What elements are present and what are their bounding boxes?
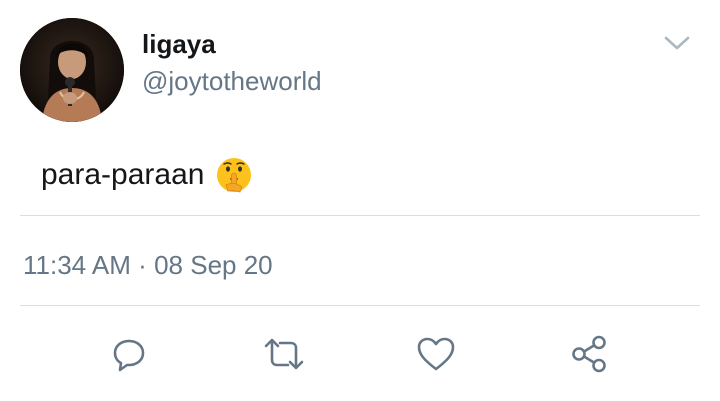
tweet-timestamp[interactable]: 11:34 AM · 08 Sep 20 — [23, 250, 273, 280]
user-handle[interactable]: @joytotheworld — [142, 66, 322, 96]
tweet-time: 11:34 AM — [23, 250, 131, 280]
reply-button[interactable] — [107, 332, 151, 376]
avatar[interactable] — [20, 18, 124, 122]
retweet-button[interactable] — [262, 332, 306, 376]
timestamp-separator: · — [138, 250, 147, 280]
retweet-icon — [264, 338, 304, 370]
divider — [20, 215, 700, 216]
reply-icon — [113, 339, 145, 372]
avatar-photo — [20, 18, 124, 122]
divider — [20, 305, 700, 306]
like-button[interactable] — [414, 332, 458, 376]
display-name[interactable]: ligaya — [142, 29, 216, 59]
tweet-date: 08 Sep 20 — [154, 250, 273, 280]
heart-icon — [417, 337, 455, 371]
shushing-face-emoji-icon — [216, 157, 252, 193]
tweet-card: ligaya @joytotheworld para-paraan 11:34 … — [0, 0, 720, 401]
chevron-down-icon[interactable] — [660, 30, 694, 56]
tweet-body: para-paraan — [41, 155, 252, 195]
tweet-text: para-paraan — [41, 158, 205, 191]
share-icon — [572, 335, 606, 373]
share-button[interactable] — [567, 332, 611, 376]
